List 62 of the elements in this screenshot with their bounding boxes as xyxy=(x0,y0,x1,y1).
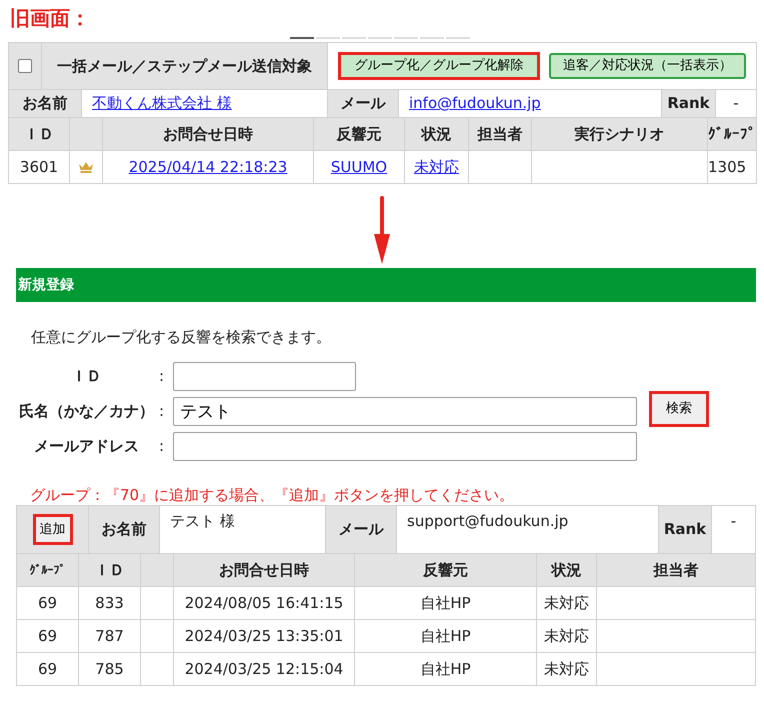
rank-value: - xyxy=(730,511,736,532)
table-header: お名前 xyxy=(89,506,159,553)
field-label: メールアドレス xyxy=(33,436,140,458)
customer-name: テスト 様 xyxy=(170,511,235,532)
table-cell-text: 自社HP xyxy=(420,626,471,647)
table-header: メール xyxy=(326,506,396,553)
colon-separator: : xyxy=(159,401,166,422)
table-cell-text: 785 xyxy=(95,658,124,680)
action-button[interactable]: 追客／対応状況（一括表示） xyxy=(549,53,746,79)
table-header: Rank xyxy=(662,90,715,117)
table-cell-text: 2024/03/25 13:35:01 xyxy=(184,626,344,647)
column-header: ＩＤ xyxy=(79,554,140,586)
table-cell-text: 833 xyxy=(95,592,124,614)
column-header: 担当者 xyxy=(469,118,531,150)
table-cell-text: 未対応 xyxy=(544,592,589,614)
column-header: ｸﾞﾙｰﾌﾟ xyxy=(17,554,78,586)
table-cell-text: 2024/08/05 16:41:15 xyxy=(184,592,344,614)
header-cell xyxy=(70,118,102,150)
input-field[interactable]: テスト xyxy=(173,397,637,426)
add-button[interactable]: 追加 xyxy=(32,514,72,546)
intro-text: 任意にグループ化する反響を検索できます。 xyxy=(31,327,332,348)
column-header: 状況 xyxy=(405,118,468,150)
table-cell-text: 69 xyxy=(38,658,58,680)
column-header: ｸﾞﾙｰﾌﾟ xyxy=(708,118,756,150)
table-cell-text: 2024/03/25 12:15:04 xyxy=(184,658,344,680)
column-header: 実行シナリオ xyxy=(532,118,707,150)
table-cell-text: 自社HP xyxy=(420,658,471,680)
checkbox[interactable] xyxy=(18,59,32,73)
search-button[interactable]: 検索 xyxy=(649,391,709,427)
page-heading: 旧画面： xyxy=(10,5,91,32)
section-header-bar: 新規登録 xyxy=(16,268,756,302)
table-cell-text: 69 xyxy=(38,626,58,647)
column-header: 担当者 xyxy=(597,554,755,586)
table-header: お名前 xyxy=(9,90,81,117)
table-cell-text: 69 xyxy=(38,592,58,614)
table-header: メール xyxy=(328,90,398,117)
column-header: お問合せ日時 xyxy=(103,118,313,150)
column-header: ＩＤ xyxy=(9,118,69,150)
email-address: support@fudoukun.jp xyxy=(407,511,568,532)
table-cell-text: 自社HP xyxy=(420,592,471,614)
down-arrow-icon xyxy=(374,196,390,264)
table-cell-text: 未対応 xyxy=(544,658,589,680)
column-header: お問合せ日時 xyxy=(174,554,354,586)
colon-separator: : xyxy=(159,436,166,458)
table-cell-text: 未対応 xyxy=(544,626,589,647)
instruction-note: グループ：『70』に追加する場合、『追加』ボタンを押してください。 xyxy=(30,485,516,505)
table-cell-text: 1305 xyxy=(708,156,746,178)
field-label: 氏名（かな／カナ） xyxy=(18,401,155,422)
column-header: 反響元 xyxy=(355,554,536,586)
rank-value: - xyxy=(733,93,739,114)
input-field[interactable] xyxy=(173,432,637,461)
table-header: Rank xyxy=(659,506,711,553)
column-header: 状況 xyxy=(537,554,596,586)
action-button[interactable]: グループ化／グループ化解除 xyxy=(338,52,540,80)
table-cell-text: 787 xyxy=(95,626,124,647)
column-header: 反響元 xyxy=(314,118,404,150)
table-header: 一括メール／ステップメール送信対象 xyxy=(42,43,327,89)
field-label: ＩＤ xyxy=(70,366,102,388)
colon-separator: : xyxy=(159,366,166,388)
input-field[interactable] xyxy=(173,362,356,391)
table-cell: 3601 xyxy=(9,151,69,183)
header-cell xyxy=(141,554,173,586)
